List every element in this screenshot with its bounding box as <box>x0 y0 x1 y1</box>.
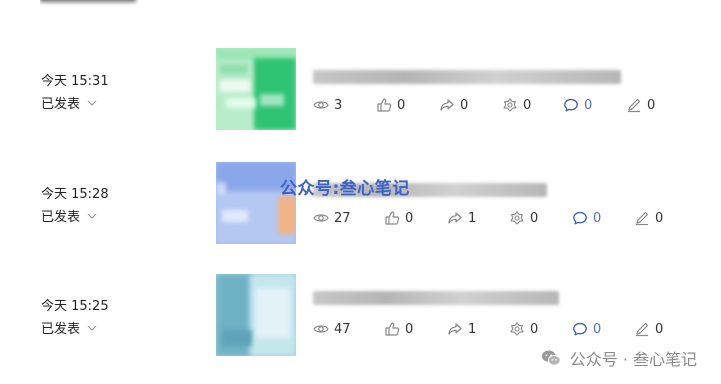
footer-watermark: 公众号 · 叁心笔记 <box>540 346 697 370</box>
publish-time: 今天 15:31 <box>41 74 109 89</box>
share-arrow-icon <box>440 99 454 111</box>
likes-stat: 0 <box>376 97 405 113</box>
favorites-stat: 0 <box>502 97 531 113</box>
publish-time: 今天 15:25 <box>41 299 109 314</box>
shares-stat: 1 <box>447 210 476 226</box>
eye-icon <box>313 325 329 333</box>
status-dropdown[interactable]: 已发表 <box>41 93 98 112</box>
comments-count: 0 <box>593 321 602 337</box>
views-stat: 27 <box>313 210 351 226</box>
favorites-count: 0 <box>523 97 532 113</box>
article-thumbnail[interactable] <box>216 274 296 356</box>
favorites-stat: 0 <box>509 210 538 226</box>
edits-count: 0 <box>655 321 664 337</box>
likes-stat: 0 <box>384 210 413 226</box>
comments-stat[interactable]: 0 <box>572 321 601 337</box>
favorites-stat: 0 <box>509 321 538 337</box>
eye-icon <box>313 214 329 222</box>
chevron-down-icon <box>87 100 97 106</box>
comment-bubble-icon <box>564 98 578 112</box>
blurred-heading <box>40 0 136 2</box>
section-heading-partial <box>40 0 150 8</box>
publish-time: 今天 15:28 <box>41 187 109 202</box>
star-flower-icon <box>510 322 524 336</box>
pencil-icon <box>628 98 641 113</box>
comments-count: 0 <box>593 210 602 226</box>
status-label: 已发表 <box>41 210 81 225</box>
edits-stat: 0 <box>634 321 663 337</box>
article-title-blurred[interactable] <box>313 291 559 305</box>
thumbs-up-icon <box>377 98 392 112</box>
chevron-down-icon <box>87 325 97 331</box>
shares-stat: 0 <box>439 97 468 113</box>
thumbs-up-icon <box>385 322 400 336</box>
likes-stat: 0 <box>384 321 413 337</box>
comment-bubble-icon <box>573 211 587 225</box>
likes-count: 0 <box>405 210 414 226</box>
status-dropdown[interactable]: 已发表 <box>41 206 98 225</box>
views-stat: 3 <box>313 97 342 113</box>
views-count: 3 <box>334 97 343 113</box>
star-flower-icon <box>503 98 517 112</box>
article-list-page: 今天 15:31 已发表 3 0 0 0 0 0 今天 15:28 已发表 27… <box>0 0 721 384</box>
article-row[interactable]: 今天 15:25 已发表 47 0 1 0 0 0 <box>0 273 721 357</box>
status-label: 已发表 <box>41 97 81 112</box>
views-count: 27 <box>334 210 351 226</box>
watermark-overlay: 公众号:叁心笔记 <box>280 179 410 199</box>
comments-stat[interactable]: 0 <box>572 210 601 226</box>
eye-icon <box>313 101 329 109</box>
edits-count: 0 <box>655 210 664 226</box>
shares-count: 1 <box>468 210 477 226</box>
thumbs-up-icon <box>385 211 400 225</box>
views-stat: 47 <box>313 321 351 337</box>
likes-count: 0 <box>405 321 414 337</box>
share-arrow-icon <box>448 212 462 224</box>
pencil-icon <box>636 211 649 226</box>
shares-count: 0 <box>460 97 469 113</box>
edits-stat: 0 <box>634 210 663 226</box>
edits-stat: 0 <box>626 97 655 113</box>
comments-count: 0 <box>584 97 593 113</box>
article-row[interactable]: 今天 15:31 已发表 3 0 0 0 0 0 <box>0 48 721 132</box>
article-title-blurred[interactable] <box>313 70 621 84</box>
comments-stat[interactable]: 0 <box>563 97 592 113</box>
edits-count: 0 <box>647 97 656 113</box>
likes-count: 0 <box>397 97 406 113</box>
shares-count: 1 <box>468 321 477 337</box>
star-flower-icon <box>510 211 524 225</box>
pencil-icon <box>636 322 649 337</box>
shares-stat: 1 <box>447 321 476 337</box>
favorites-count: 0 <box>530 321 539 337</box>
favorites-count: 0 <box>530 210 539 226</box>
comment-bubble-icon <box>573 322 587 336</box>
views-count: 47 <box>334 321 351 337</box>
footer-watermark-text: 公众号 · 叁心笔记 <box>569 350 697 369</box>
status-label: 已发表 <box>41 322 81 337</box>
wechat-icon <box>541 350 561 366</box>
article-thumbnail[interactable] <box>216 48 296 130</box>
share-arrow-icon <box>448 323 462 335</box>
chevron-down-icon <box>87 213 97 219</box>
status-dropdown[interactable]: 已发表 <box>41 318 98 337</box>
